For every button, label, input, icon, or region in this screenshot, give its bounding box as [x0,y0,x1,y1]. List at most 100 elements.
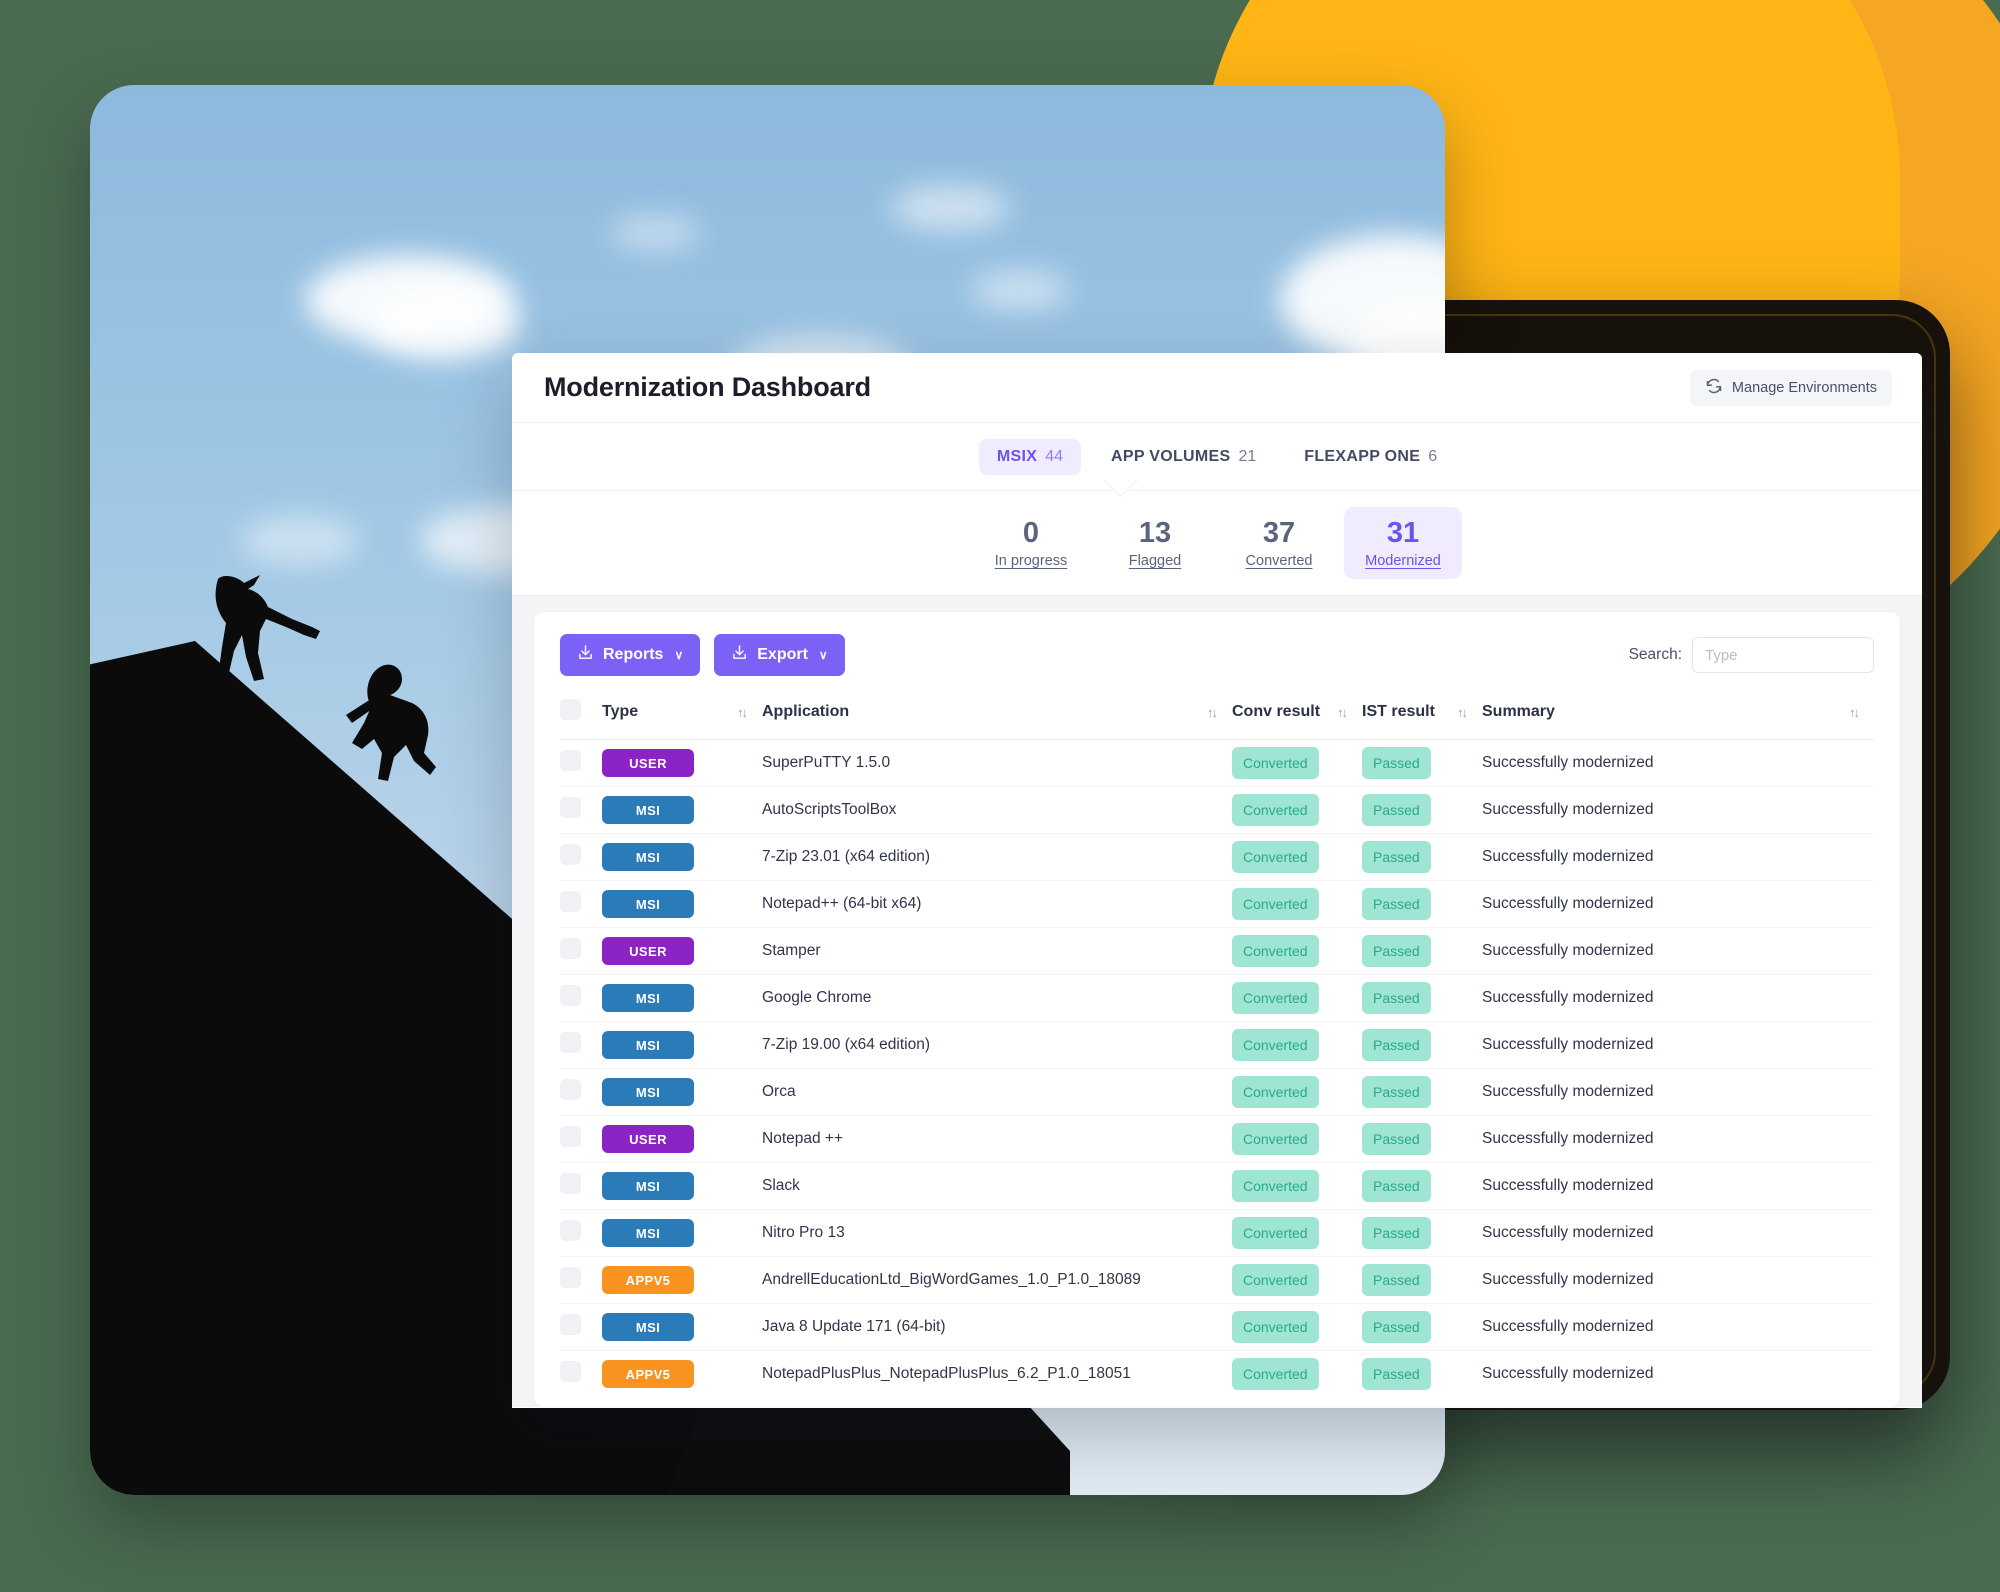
sort-application-icon[interactable]: ↑↓ [1207,705,1218,720]
stat-in-progress-label: In progress [994,553,1068,570]
type-badge: APPV5 [602,1266,694,1294]
table-row[interactable]: USER Stamper Converted Passed Successfully m… [560,927,1874,975]
row-checkbox[interactable] [560,1173,581,1194]
summary-text: Successfully modernized [1482,942,1654,959]
row-summary-cell: Successfully modernized [1482,833,1874,881]
tab-msix-count: 44 [1045,447,1063,465]
row-select-cell [560,1115,602,1163]
application-name: Nitro Pro 13 [762,1224,845,1241]
manage-environments-button[interactable]: Manage Environments [1689,369,1892,406]
table-row[interactable]: MSI Java 8 Update 171 (64-bit) Converted Pa… [560,1303,1874,1351]
row-type-cell: MSI [602,1209,762,1257]
type-badge: MSI [602,1313,694,1341]
status-summary-row: 0 In progress 13 Flagged 37 Converted 31… [512,491,1922,596]
row-summary-cell: Successfully modernized [1482,974,1874,1022]
sort-summary-icon[interactable]: ↑↓ [1849,705,1860,720]
cloud [240,515,360,565]
row-conv-result-cell: Converted [1232,1115,1362,1163]
reports-button-label: Reports [603,646,664,663]
row-conv-result-cell: Converted [1232,1068,1362,1116]
row-summary-cell: Successfully modernized [1482,1256,1874,1304]
row-select-cell [560,927,602,975]
row-summary-cell: Successfully modernized [1482,1068,1874,1116]
table-row[interactable]: MSI Slack Converted Passed Successfully mode… [560,1162,1874,1210]
row-type-cell: USER [602,1115,762,1163]
row-checkbox[interactable] [560,797,581,818]
table-row[interactable]: APPV5 AndrellEducationLtd_BigWordGames_1.… [560,1256,1874,1304]
row-application-cell: Nitro Pro 13 [762,1209,1232,1257]
applications-table: Type ↑↓ Application ↑↓ Conv result ↑↓ IS… [560,693,1874,1398]
search-area: Search: [1629,637,1874,673]
stat-flagged[interactable]: 13 Flagged [1096,507,1214,579]
table-row[interactable]: MSI 7-Zip 19.00 (x64 edition) Converted Pas… [560,1021,1874,1069]
row-checkbox[interactable] [560,985,581,1006]
stat-in-progress[interactable]: 0 In progress [972,507,1090,579]
row-ist-result-cell: Passed [1362,927,1482,975]
row-checkbox[interactable] [560,1220,581,1241]
tab-app-volumes[interactable]: APP VOLUMES 21 [1093,439,1274,475]
row-checkbox[interactable] [560,891,581,912]
tab-msix[interactable]: MSIX 44 [978,438,1081,475]
row-checkbox[interactable] [560,1079,581,1100]
type-badge: MSI [602,984,694,1012]
sort-conv-result-icon[interactable]: ↑↓ [1337,705,1348,720]
row-type-cell: MSI [602,1303,762,1351]
summary-text: Successfully modernized [1482,1224,1654,1241]
table-row[interactable]: MSI Notepad++ (64-bit x64) Converted Passed… [560,880,1874,928]
tab-flexapp-one-label: FLEXAPP ONE [1304,447,1421,465]
table-row[interactable]: MSI AutoScriptsToolBox Converted Passed Succ… [560,786,1874,834]
row-summary-cell: Successfully modernized [1482,1021,1874,1069]
ist-result-badge: Passed [1362,1029,1431,1061]
column-conv-result: Conv result ↑↓ [1232,693,1362,740]
row-checkbox[interactable] [560,844,581,865]
row-checkbox[interactable] [560,750,581,771]
cloud [610,215,700,251]
row-type-cell: MSI [602,786,762,834]
stat-modernized[interactable]: 31 Modernized [1344,506,1462,580]
row-type-cell: MSI [602,833,762,881]
reports-button[interactable]: Reports ∨ [560,634,701,676]
row-ist-result-cell: Passed [1362,1256,1482,1304]
row-conv-result-cell: Converted [1232,1162,1362,1210]
chevron-down-icon: ∨ [674,648,684,662]
stat-converted[interactable]: 37 Converted [1220,507,1338,579]
table-row[interactable]: USER SuperPuTTY 1.5.0 Converted Passed Succe… [560,739,1874,787]
row-checkbox[interactable] [560,1126,581,1147]
row-ist-result-cell: Passed [1362,1209,1482,1257]
row-select-cell [560,833,602,881]
export-button[interactable]: Export ∨ [714,634,845,676]
table-row[interactable]: APPV5 NotepadPlusPlus_NotepadPlusPlus_6.2… [560,1351,1874,1398]
column-ist-result-label: IST result [1362,703,1435,720]
table-row[interactable]: USER Notepad ++ Converted Passed Successfull… [560,1115,1874,1163]
ist-result-badge: Passed [1362,1264,1431,1296]
row-type-cell: USER [602,927,762,975]
ist-result-badge: Passed [1362,1217,1431,1249]
row-checkbox[interactable] [560,938,581,959]
sort-ist-result-icon[interactable]: ↑↓ [1457,705,1468,720]
tab-flexapp-one[interactable]: FLEXAPP ONE 6 [1286,439,1455,475]
row-checkbox[interactable] [560,1032,581,1053]
search-input[interactable] [1692,637,1874,673]
table-row[interactable]: MSI Orca Converted Passed Successfully moder… [560,1068,1874,1116]
row-checkbox[interactable] [560,1267,581,1288]
row-ist-result-cell: Passed [1362,739,1482,787]
stat-converted-label: Converted [1245,553,1313,570]
select-all-checkbox[interactable] [560,699,581,720]
row-application-cell: Google Chrome [762,974,1232,1022]
table-row[interactable]: MSI Nitro Pro 13 Converted Passed Successful… [560,1209,1874,1257]
type-badge: USER [602,1125,694,1153]
row-application-cell: Slack [762,1162,1232,1210]
row-application-cell: Java 8 Update 171 (64-bit) [762,1303,1232,1351]
sort-type-icon[interactable]: ↑↓ [737,705,748,720]
row-application-cell: 7-Zip 19.00 (x64 edition) [762,1021,1232,1069]
type-badge: MSI [602,890,694,918]
row-ist-result-cell: Passed [1362,1351,1482,1398]
type-badge: USER [602,749,694,777]
row-checkbox[interactable] [560,1314,581,1335]
row-summary-cell: Successfully modernized [1482,1162,1874,1210]
ist-result-badge: Passed [1362,794,1431,826]
table-row[interactable]: MSI 7-Zip 23.01 (x64 edition) Converted Pas… [560,833,1874,881]
ist-result-badge: Passed [1362,841,1431,873]
table-row[interactable]: MSI Google Chrome Converted Passed Successfu… [560,974,1874,1022]
row-checkbox[interactable] [560,1361,581,1383]
